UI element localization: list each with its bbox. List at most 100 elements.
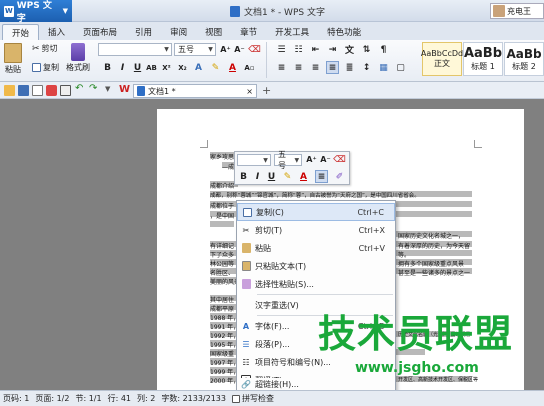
status-chars[interactable]: 字数: 2133/2133 — [161, 393, 226, 404]
style-heading-1[interactable]: AaBb 标题 1 — [463, 42, 503, 76]
underline-icon[interactable]: U — [265, 170, 278, 183]
undo-icon[interactable]: ↶ — [75, 83, 83, 94]
shading-icon[interactable]: ▦ — [377, 61, 390, 74]
superscript-icon[interactable]: X² — [160, 61, 173, 74]
bold-icon[interactable]: B — [101, 61, 114, 74]
cut-label: 剪切 — [41, 44, 58, 53]
tab-review[interactable]: 审阅 — [161, 24, 196, 40]
underline-icon[interactable]: U — [131, 61, 144, 74]
distributed-icon[interactable]: ≣ — [343, 61, 356, 74]
open-folder-icon[interactable] — [4, 85, 15, 96]
tab-home[interactable]: 开始 — [2, 24, 40, 40]
save-icon[interactable] — [18, 85, 29, 96]
page-corner-mark — [474, 140, 482, 148]
menu-item-paste-special[interactable]: 选择性粘贴(S)... — [237, 275, 395, 293]
page-corner-mark — [200, 140, 208, 148]
list-icon: ☷ — [242, 357, 250, 367]
justify-icon[interactable]: ≡ — [326, 61, 339, 74]
shrink-font-icon[interactable]: A⁻ — [319, 153, 332, 166]
tab-references[interactable]: 引用 — [126, 24, 161, 40]
scissors-icon: ✂ — [32, 43, 40, 54]
status-bar: 页码: 1 页面: 1/2 节: 1/1 行: 41 列: 2 字数: 2133… — [0, 390, 544, 406]
menu-item-paste-text[interactable]: 只粘贴文本(T) — [237, 257, 395, 275]
menu-item-hyperlink[interactable]: 🔗 超链接(H)... — [236, 378, 396, 390]
menu-item-cut[interactable]: ✂ 剪切(T) Ctrl+X — [237, 221, 395, 239]
wps-logo-icon[interactable]: W — [119, 84, 130, 95]
highlight-icon[interactable]: ✎ — [281, 170, 294, 183]
grow-font-icon[interactable]: A⁺ — [305, 153, 318, 166]
menu-item-copy[interactable]: 复制(C) Ctrl+C — [237, 203, 395, 221]
menu-item-paste[interactable]: 粘贴 Ctrl+V — [237, 239, 395, 257]
borders-icon[interactable]: ▢ — [394, 61, 407, 74]
align-center-icon[interactable]: ≡ — [292, 61, 305, 74]
clear-format-icon[interactable]: ⌫ — [333, 153, 346, 166]
align-right-icon[interactable]: ≡ — [309, 61, 322, 74]
text-effect-icon[interactable]: A — [192, 61, 205, 74]
print-icon[interactable] — [60, 85, 71, 96]
style-normal[interactable]: AaBbCcDd 正文 — [421, 42, 463, 76]
watermark-url: www.jsgho.com — [355, 360, 479, 376]
redo-icon[interactable]: ↷ — [89, 83, 97, 94]
close-icon[interactable]: × — [246, 87, 253, 96]
text-line: 家乡攻思 — [210, 154, 235, 161]
chevron-down-icon[interactable]: ▼ — [105, 85, 110, 93]
paste-icon — [237, 243, 255, 253]
font-name-select[interactable]: ▼ — [98, 43, 172, 56]
line-spacing-icon[interactable]: ↕ — [360, 61, 373, 74]
font-size-select[interactable]: 五号 ▼ — [174, 43, 216, 56]
grow-font-icon[interactable]: A⁺ — [219, 43, 232, 56]
cut-button[interactable]: ✂ 剪切 — [32, 43, 58, 54]
app-name: WPS 文字 — [16, 1, 52, 24]
user-account[interactable]: 充电王 — [490, 3, 544, 19]
indent-icon[interactable]: ⇥ — [326, 43, 339, 56]
format-painter-icon[interactable]: ✐ — [333, 170, 346, 183]
brush-icon — [71, 43, 85, 61]
menu-item-label: 超链接(H)... — [255, 379, 299, 389]
clear-format-icon[interactable]: ⌫ — [248, 43, 261, 56]
numbering-icon[interactable]: ☷ — [292, 43, 305, 56]
align-icon[interactable]: ≡ — [315, 170, 328, 183]
divider — [266, 42, 267, 78]
copy-button[interactable]: 复制 — [32, 62, 59, 73]
bullets-icon[interactable]: ☰ — [275, 43, 288, 56]
sort-icon[interactable]: ⇅ — [360, 43, 373, 56]
strikethrough-icon[interactable]: AB — [145, 61, 158, 74]
spell-check-label: 拼写检查 — [241, 394, 274, 403]
subscript-icon[interactable]: X₂ — [176, 61, 189, 74]
paste-text-icon — [237, 261, 255, 271]
tab-view[interactable]: 视图 — [196, 24, 231, 40]
app-menu-button[interactable]: W WPS 文字 ▼ — [0, 0, 72, 24]
mini-font-size-select[interactable]: 五号 ▼ — [274, 150, 302, 170]
style-heading-2[interactable]: AaBb 标题 2 — [504, 42, 544, 76]
document-tab[interactable]: 文档1 * × — [133, 84, 257, 98]
shrink-font-icon[interactable]: A⁻ — [233, 43, 246, 56]
char-border-icon[interactable]: A▫ — [243, 61, 256, 74]
italic-icon[interactable]: I — [116, 61, 129, 74]
text-line: 成都平原 — [210, 306, 235, 313]
chevron-down-icon: ▼ — [164, 46, 169, 53]
new-doc-icon[interactable] — [32, 85, 43, 96]
font-color-icon[interactable]: A — [297, 170, 310, 183]
menu-item-label: 粘贴 — [255, 243, 271, 253]
bold-icon[interactable]: B — [237, 170, 250, 183]
text-line: 1988 年， — [210, 315, 240, 322]
italic-icon[interactable]: I — [251, 170, 264, 183]
spell-check-toggle[interactable]: 拼写检查 — [231, 393, 274, 404]
font-color-icon[interactable]: A — [226, 61, 239, 74]
tab-developer[interactable]: 开发工具 — [266, 24, 318, 40]
paste-button[interactable]: 粘贴 — [4, 43, 22, 75]
format-painter-button[interactable]: 格式刷 — [66, 43, 90, 73]
checkbox-icon — [231, 394, 240, 403]
tab-chapter[interactable]: 章节 — [231, 24, 266, 40]
highlight-icon[interactable]: ✎ — [209, 61, 222, 74]
pdf-icon[interactable] — [46, 85, 57, 96]
chinese-layout-icon[interactable]: 文 — [343, 43, 356, 56]
outdent-icon[interactable]: ⇤ — [309, 43, 322, 56]
show-marks-icon[interactable]: ¶ — [377, 43, 390, 56]
new-tab-plus-icon[interactable]: + — [262, 84, 271, 97]
tab-page-layout[interactable]: 页面布局 — [74, 24, 126, 40]
align-left-icon[interactable]: ≡ — [275, 61, 288, 74]
mini-font-name-select[interactable]: ▼ — [237, 154, 271, 166]
tab-insert[interactable]: 插入 — [39, 24, 74, 40]
tab-special[interactable]: 特色功能 — [318, 24, 370, 40]
